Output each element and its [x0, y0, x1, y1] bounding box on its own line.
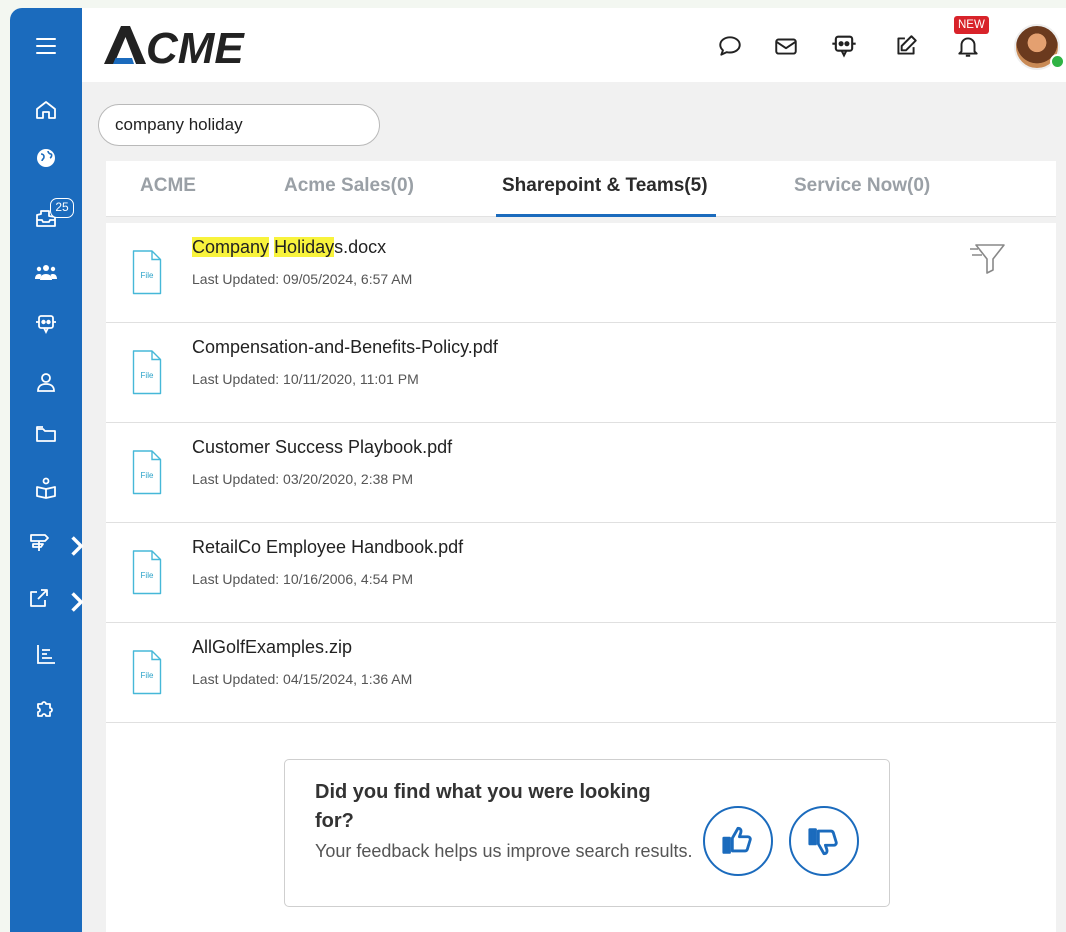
result-last-updated: Last Updated: 10/11/2020, 11:01 PM	[192, 371, 419, 387]
result-row[interactable]: File AllGolfExamples.zip Last Updated: 0…	[106, 623, 1056, 723]
result-row[interactable]: File Compensation-and-Benefits-Policy.pd…	[106, 323, 1056, 423]
chatbot-icon	[832, 35, 856, 58]
file-icon: File	[132, 250, 162, 295]
menu-button[interactable]	[10, 26, 82, 66]
globe-icon	[37, 149, 55, 167]
mail-button[interactable]	[772, 32, 800, 60]
result-title[interactable]: Company Holidays.docx	[192, 237, 386, 258]
chatbot-icon	[36, 315, 56, 335]
app-window: 25 CME NEW company holiday ACME Acme Sal…	[10, 8, 1066, 932]
inbox-count-badge: 25	[50, 198, 74, 218]
puzzle-icon	[37, 701, 53, 717]
tab-sharepoint-teams[interactable]: Sharepoint & Teams(5)	[496, 161, 716, 217]
online-status-indicator	[1050, 54, 1065, 69]
signpost-icon	[30, 534, 49, 551]
result-row[interactable]: File RetailCo Employee Handbook.pdf Last…	[106, 523, 1056, 623]
menu-icon	[36, 38, 56, 54]
result-title[interactable]: AllGolfExamples.zip	[192, 637, 352, 658]
notifications-button[interactable]	[954, 32, 982, 60]
sidebar-item-inbox[interactable]: 25	[10, 198, 82, 238]
result-last-updated: Last Updated: 04/15/2024, 1:36 AM	[192, 671, 413, 687]
search-highlight: Company	[192, 237, 270, 257]
result-row[interactable]: File Customer Success Playbook.pdf Last …	[106, 423, 1056, 523]
sidebar-item-home[interactable]	[10, 90, 82, 130]
thumbs-up-icon	[722, 826, 752, 854]
top-bar: CME NEW	[82, 8, 1066, 82]
sidebar-item-plugins[interactable]	[10, 688, 82, 728]
file-icon: File	[132, 650, 162, 695]
tab-acme-sales[interactable]: Acme Sales(0)	[284, 161, 414, 217]
result-row[interactable]: File Company Holidays.docx Last Updated:…	[106, 223, 1056, 323]
users-icon	[35, 265, 57, 280]
sidebar-item-external[interactable]	[10, 578, 84, 618]
external-link-icon	[30, 589, 48, 607]
file-label: File	[141, 671, 154, 680]
chat-button[interactable]	[716, 32, 744, 60]
result-last-updated: Last Updated: 10/16/2006, 4:54 PM	[192, 571, 414, 587]
feedback-subtitle: Your feedback helps us improve search re…	[315, 841, 693, 861]
thumbs-down-button[interactable]	[789, 806, 859, 876]
file-icon: File	[132, 350, 162, 395]
file-icon: File	[132, 450, 162, 495]
chevron-right-icon	[71, 592, 84, 612]
file-label: File	[141, 271, 154, 280]
home-icon	[36, 101, 56, 119]
result-title[interactable]: RetailCo Employee Handbook.pdf	[192, 537, 463, 558]
sidebar-item-chatbot[interactable]	[10, 304, 82, 344]
sidebar-item-signpost[interactable]	[10, 522, 84, 562]
logo-text: CME	[146, 24, 245, 68]
result-title[interactable]: Customer Success Playbook.pdf	[192, 437, 452, 458]
sidebar: 25	[10, 8, 84, 932]
thumbs-up-button[interactable]	[703, 806, 773, 876]
source-tabs: ACME Acme Sales(0) Sharepoint & Teams(5)…	[106, 161, 1056, 217]
bell-icon	[958, 37, 978, 57]
edit-icon	[897, 35, 917, 55]
result-last-updated: Last Updated: 09/05/2024, 6:57 AM	[192, 271, 413, 287]
sidebar-item-users[interactable]	[10, 252, 82, 292]
acme-logo: CME	[104, 24, 245, 68]
file-label: File	[141, 371, 154, 380]
knowledge-icon	[36, 477, 56, 499]
title-rest: s.docx	[334, 237, 387, 257]
result-last-updated: Last Updated: 03/20/2020, 2:38 PM	[192, 471, 414, 487]
results-panel: File Company Holidays.docx Last Updated:…	[106, 223, 1056, 932]
compose-button[interactable]	[892, 32, 920, 60]
file-icon: File	[132, 550, 162, 595]
sidebar-item-reports[interactable]	[10, 634, 82, 674]
tab-acme[interactable]: ACME	[140, 161, 196, 217]
folder-icon	[36, 426, 56, 442]
user-icon	[37, 373, 55, 392]
result-title[interactable]: Compensation-and-Benefits-Policy.pdf	[192, 337, 498, 358]
mail-icon	[775, 38, 797, 55]
tab-service-now[interactable]: Service Now(0)	[794, 161, 930, 217]
search-input[interactable]: company holiday	[98, 104, 380, 146]
assistant-button[interactable]	[830, 32, 858, 60]
feedback-card: Did you find what you were looking for? …	[284, 759, 890, 907]
chat-bubble-icon	[719, 36, 741, 56]
report-icon	[37, 645, 55, 664]
sidebar-item-folder[interactable]	[10, 414, 82, 454]
feedback-title: Did you find what you were looking for?	[315, 781, 651, 832]
sidebar-item-profile[interactable]	[10, 362, 82, 402]
thumbs-down-icon	[808, 828, 838, 856]
sidebar-item-knowledge[interactable]	[10, 468, 82, 508]
new-badge: NEW	[954, 16, 989, 34]
sidebar-item-globe[interactable]	[10, 138, 82, 178]
chevron-right-icon	[71, 536, 84, 556]
filter-icon[interactable]	[966, 241, 1010, 275]
file-label: File	[141, 471, 154, 480]
search-highlight: Holiday	[274, 237, 335, 257]
file-label: File	[141, 571, 154, 580]
